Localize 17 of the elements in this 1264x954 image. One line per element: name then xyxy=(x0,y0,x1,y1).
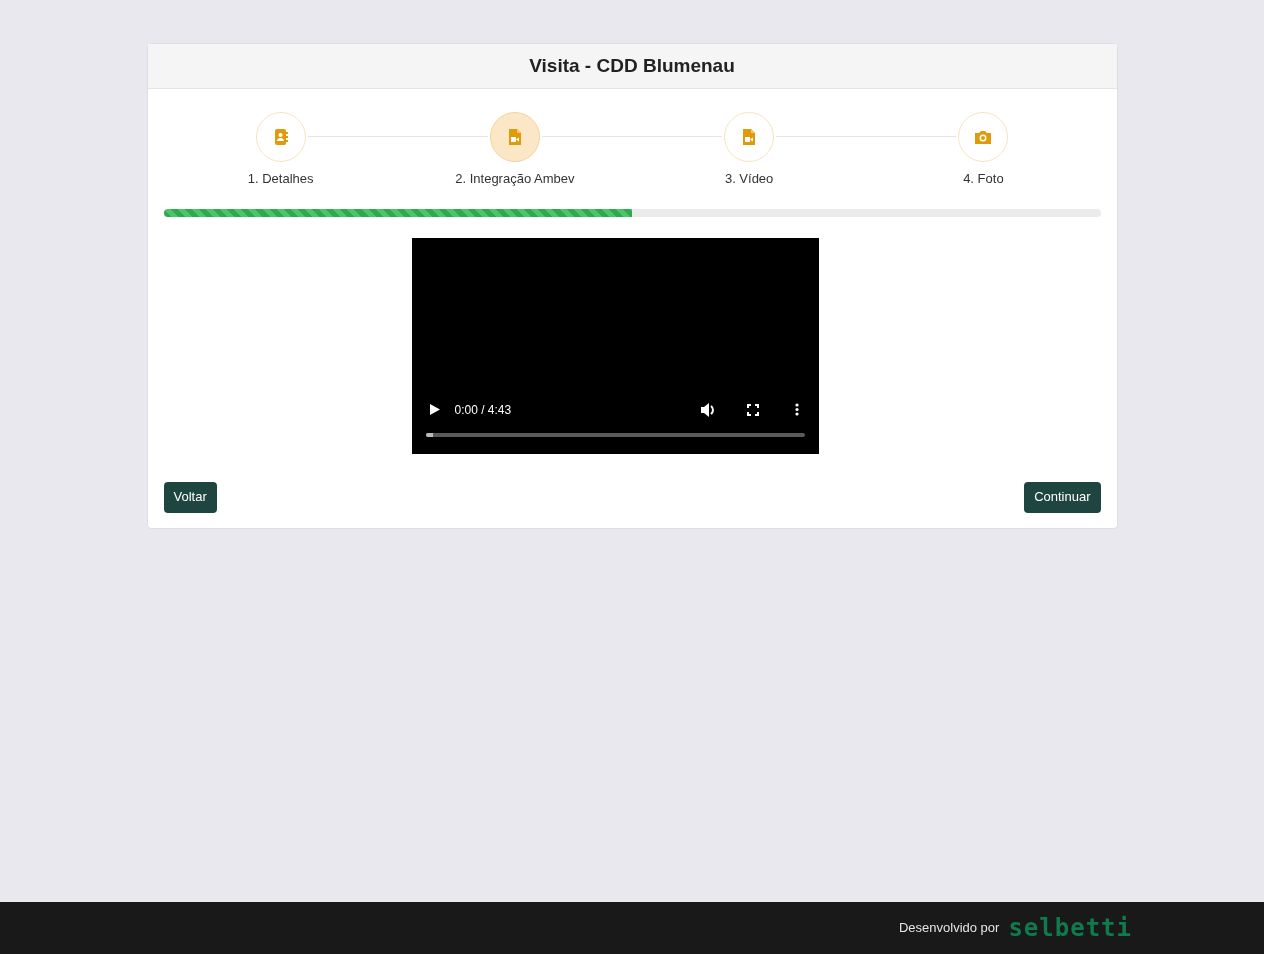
step-label: 2. Integração Ambev xyxy=(455,170,575,188)
card-title: Visita - CDD Blumenau xyxy=(529,53,735,78)
step-label: 1. Detalhes xyxy=(247,170,314,188)
step-label: 3. Vídeo xyxy=(724,170,774,188)
video-time: 0:00 / 4:43 xyxy=(454,401,512,419)
back-button[interactable]: Voltar xyxy=(163,481,217,513)
camera-icon xyxy=(973,128,994,146)
volume-icon[interactable] xyxy=(700,402,717,417)
continue-button[interactable]: Continuar xyxy=(1024,481,1101,513)
step-label: 4. Foto xyxy=(963,170,1004,188)
more-icon[interactable] xyxy=(794,403,799,416)
footer-text: Desenvolvido por xyxy=(898,919,1000,938)
seek-track[interactable] xyxy=(425,432,805,437)
video-player[interactable]: 0:00 / 4:43 xyxy=(411,237,819,454)
fullscreen-icon[interactable] xyxy=(746,403,759,416)
company-logo: selbetti xyxy=(1008,916,1132,940)
play-icon[interactable] xyxy=(429,404,440,415)
